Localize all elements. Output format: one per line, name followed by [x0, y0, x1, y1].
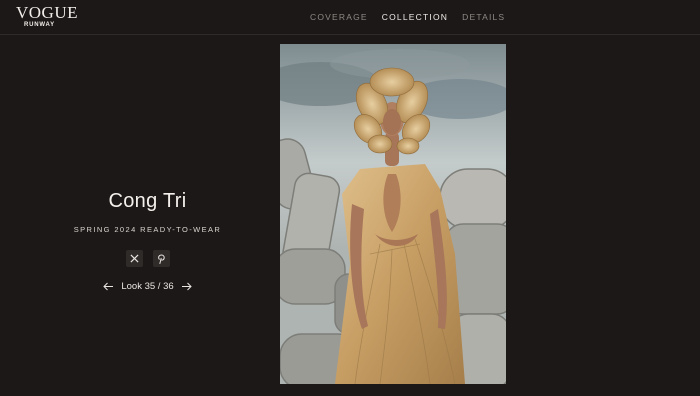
- next-look-button[interactable]: [181, 282, 192, 291]
- designer-name: Cong Tri: [108, 190, 187, 212]
- vogue-runway-logo[interactable]: VOGUE RUNWAY: [16, 4, 78, 28]
- share-buttons: [60, 250, 235, 267]
- logo-subtitle: RUNWAY: [24, 22, 55, 28]
- nav-coverage[interactable]: COVERAGE: [310, 12, 368, 22]
- previous-look-button[interactable]: [103, 282, 114, 291]
- season-label: SPRING 2024 READY-TO-WEAR: [73, 225, 222, 234]
- x-icon: [129, 254, 139, 263]
- share-pinterest-button[interactable]: [152, 250, 170, 267]
- arrow-left-icon: [103, 282, 114, 291]
- look-counter: Look 35 / 36: [121, 281, 174, 292]
- pinterest-icon: [157, 253, 165, 264]
- arrow-right-icon: [181, 282, 192, 291]
- section-nav: COVERAGE COLLECTION DETAILS: [310, 12, 505, 22]
- nav-collection[interactable]: COLLECTION: [382, 12, 448, 22]
- nav-details[interactable]: DETAILS: [462, 12, 505, 22]
- top-bar: VOGUE RUNWAY COVERAGE COLLECTION DETAILS: [0, 0, 700, 35]
- look-image: [280, 44, 506, 384]
- logo-wordmark: VOGUE: [16, 3, 78, 22]
- look-pager: Look 35 / 36: [60, 281, 235, 292]
- runway-look-photo[interactable]: [280, 44, 506, 384]
- show-info: Cong Tri SPRING 2024 READY-TO-WEAR Look …: [60, 190, 235, 292]
- share-x-button[interactable]: [125, 250, 143, 267]
